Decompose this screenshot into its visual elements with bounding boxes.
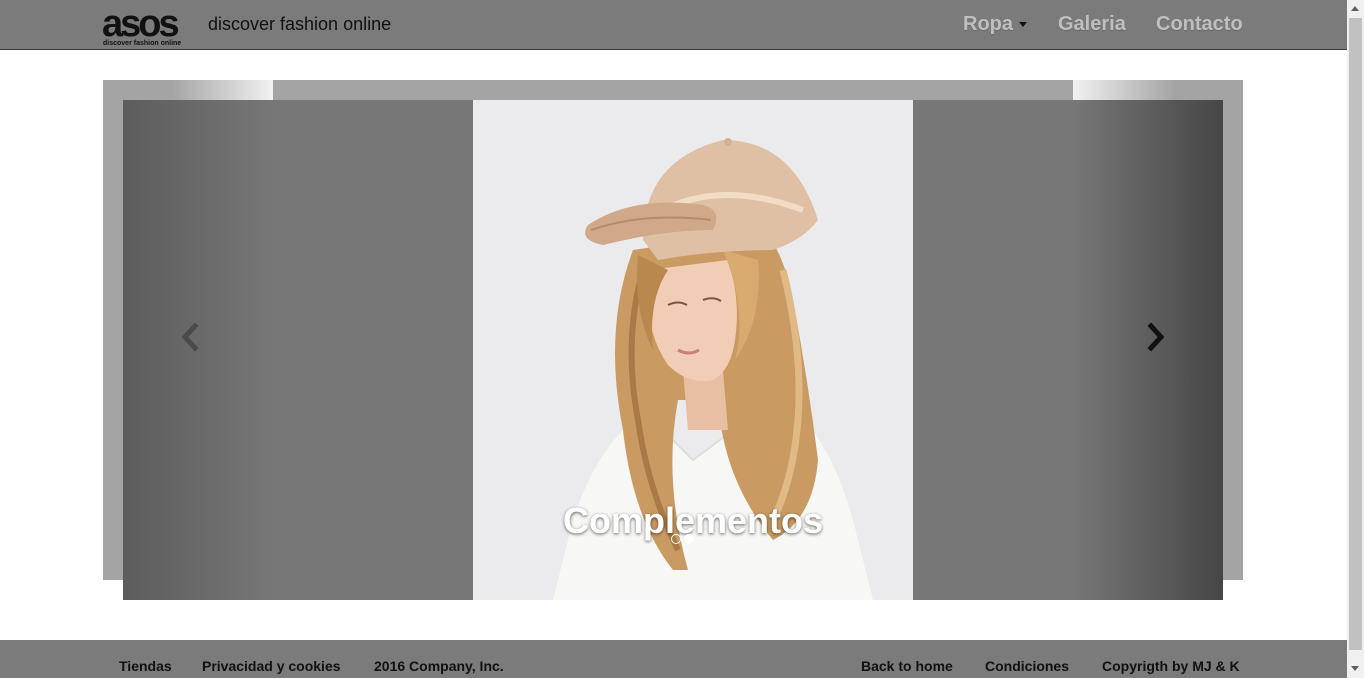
- carousel-next-button[interactable]: [1140, 322, 1170, 352]
- page-footer: Tiendas Privacidad y cookies 2016 Compan…: [0, 640, 1347, 678]
- carousel-indicator-1[interactable]: [671, 534, 681, 544]
- logo-wordmark: asos: [102, 3, 180, 45]
- nav-item-label: Ropa: [963, 13, 1013, 35]
- nav-item-label: Contacto: [1156, 13, 1243, 35]
- nav-item-label: Galeria: [1058, 13, 1126, 35]
- scrollbar-thumb[interactable]: [1349, 18, 1362, 650]
- caret-down-icon: [1019, 22, 1027, 28]
- brand-tagline: discover fashion online: [208, 14, 392, 34]
- nav-item-galeria[interactable]: Galeria: [1058, 13, 1126, 36]
- scroll-down-arrow-icon[interactable]: [1351, 666, 1359, 671]
- chevron-left-icon: [181, 322, 199, 352]
- footer-copyright-owner: Copyrigth by MJ & K: [1102, 658, 1240, 674]
- chevron-right-icon: [1147, 322, 1165, 352]
- asos-logo[interactable]: asos discover fashion online: [102, 4, 194, 50]
- nav-item-ropa[interactable]: Ropa: [963, 13, 1027, 36]
- carousel-prev-button[interactable]: [176, 322, 206, 352]
- scroll-up-arrow-icon[interactable]: [1351, 6, 1359, 11]
- footer-link-back-home[interactable]: Back to home: [861, 658, 953, 674]
- footer-link-tiendas[interactable]: Tiendas: [119, 658, 172, 674]
- top-navbar: asos discover fashion online discover fa…: [0, 0, 1347, 50]
- carousel-indicator-2[interactable]: [684, 534, 694, 544]
- nav-item-contacto[interactable]: Contacto: [1156, 13, 1243, 36]
- footer-copyright-year: 2016 Company, Inc.: [374, 658, 504, 674]
- footer-link-condiciones[interactable]: Condiciones: [985, 658, 1069, 674]
- vertical-scrollbar[interactable]: [1347, 0, 1364, 678]
- image-carousel: Complementos: [123, 100, 1223, 600]
- logo-subtext: discover fashion online: [103, 40, 182, 47]
- footer-link-privacidad[interactable]: Privacidad y cookies: [202, 658, 341, 674]
